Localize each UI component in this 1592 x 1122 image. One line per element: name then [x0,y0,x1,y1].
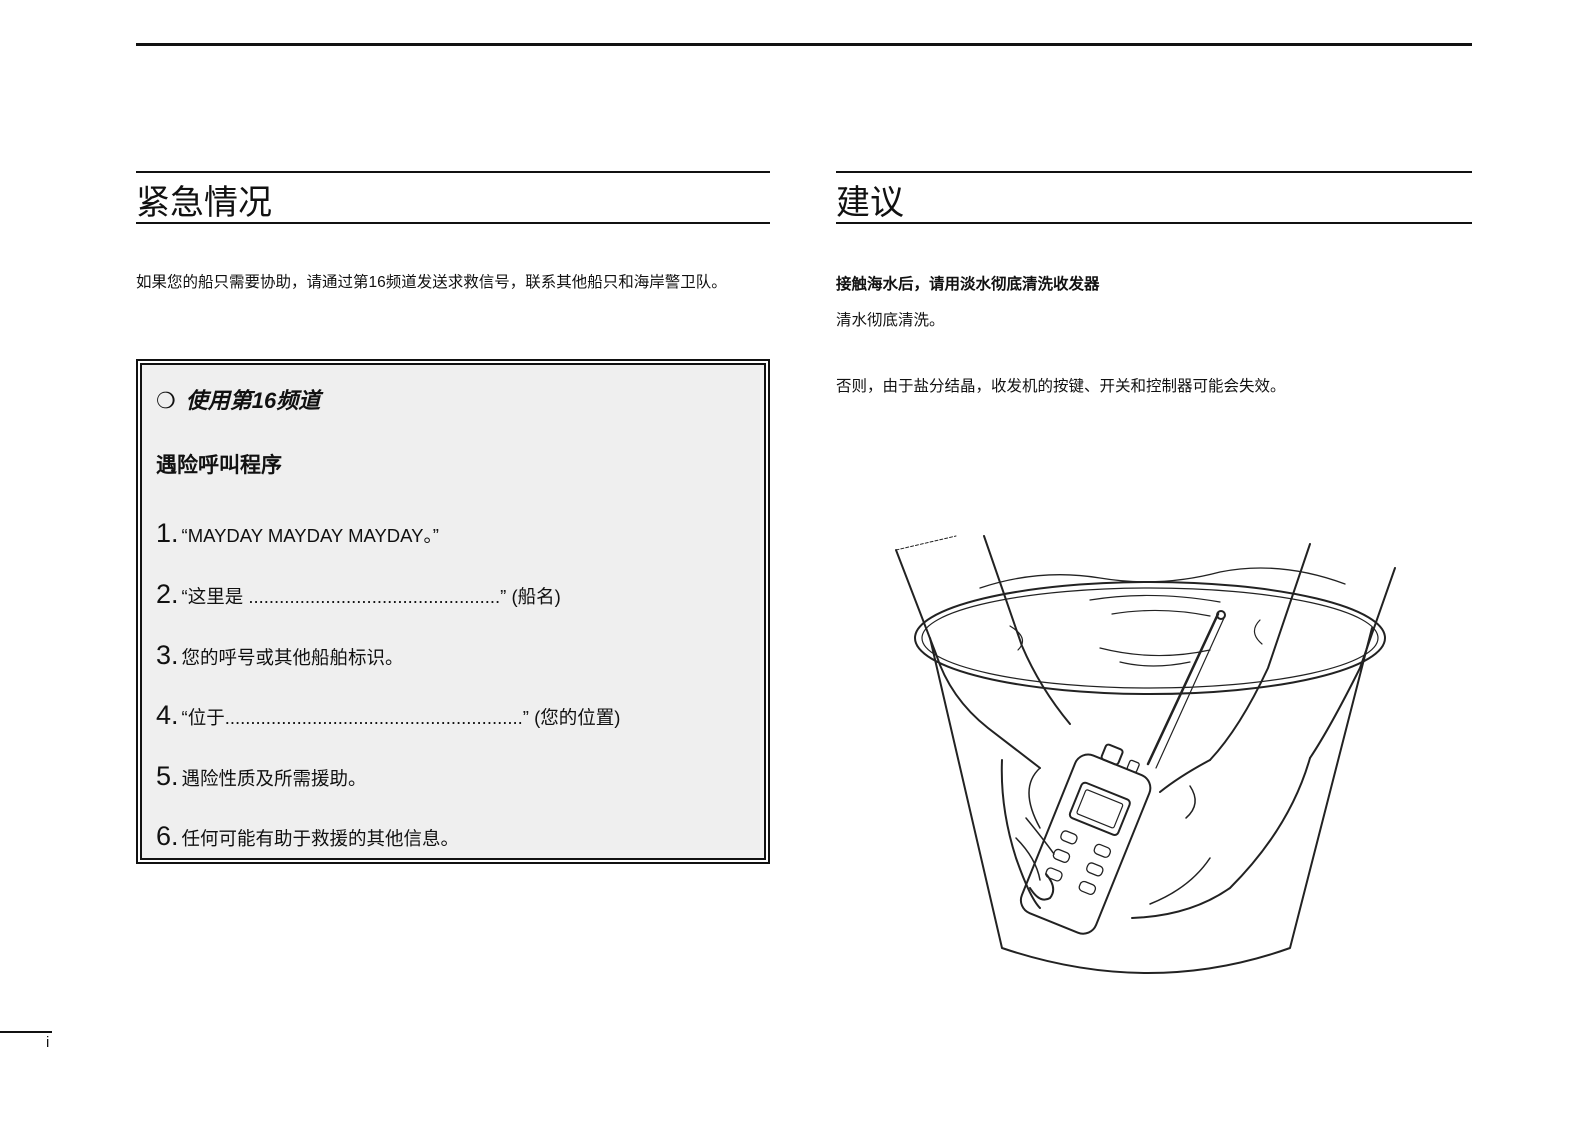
circle-bullet-icon: ❍ [156,388,176,413]
emergency-title-top-rule [136,171,770,173]
emergency-title-bottom-rule [136,222,770,224]
step-number: 6. [156,821,179,851]
step-3: 3. 您的呼号或其他船舶标识。 [156,640,404,680]
emergency-title: 紧急情况 [136,184,272,222]
distress-procedure-heading: 遇险呼叫程序 [156,454,282,477]
distress-call-box-inner: ❍ 使用第16频道 遇险呼叫程序 1. “MAYDAY MAYDAY MAYDAY。… [140,363,766,860]
step-4: 4. “位于...................................… [156,700,620,740]
step-number: 1. [156,518,179,548]
step-5: 5. 遇险性质及所需援助。 [156,761,367,801]
channel-16-heading: ❍ 使用第16频道 [156,383,320,415]
step-text: 任何可能有助于救援的其他信息。 [181,828,460,849]
step-number: 3. [156,640,179,670]
step-text: “位于.....................................… [181,707,621,728]
advice-line-1: 清水彻底清洗。 [836,312,945,329]
advice-title: 建议 [836,184,904,222]
channel-16-heading-text: 使用第16频道 [185,388,321,413]
footer-rule [0,1031,52,1033]
advice-title-top-rule [836,171,1472,173]
step-text: 遇险性质及所需援助。 [181,768,367,789]
step-6: 6. 任何可能有助于救援的其他信息。 [156,821,459,861]
step-number: 4. [156,700,179,730]
page-number: i [46,1034,50,1051]
emergency-intro: 如果您的船只需要协助，请通过第16频道发送求救信号，联系其他船只和海岸警卫队。 [136,274,727,291]
step-text: “这里是 ...................................… [181,586,561,607]
page-top-rule [136,43,1472,46]
advice-line-2: 否则，由于盐分结晶，收发机的按键、开关和控制器可能会失效。 [836,378,1286,395]
step-text: “MAYDAY MAYDAY MAYDAY。” [181,525,439,546]
step-number: 2. [156,579,179,609]
step-number: 5. [156,761,179,791]
step-1: 1. “MAYDAY MAYDAY MAYDAY。” [156,518,439,558]
advice-title-bottom-rule [836,222,1472,224]
step-text: 您的呼号或其他船舶标识。 [181,647,404,668]
washing-radio-illustration [895,535,1396,974]
distress-call-box: ❍ 使用第16频道 遇险呼叫程序 1. “MAYDAY MAYDAY MAYDAY。… [136,359,770,864]
advice-heading: 接触海水后，请用淡水彻底清洗收发器 [836,276,1100,293]
step-2: 2. “这里是 .................................… [156,579,561,619]
